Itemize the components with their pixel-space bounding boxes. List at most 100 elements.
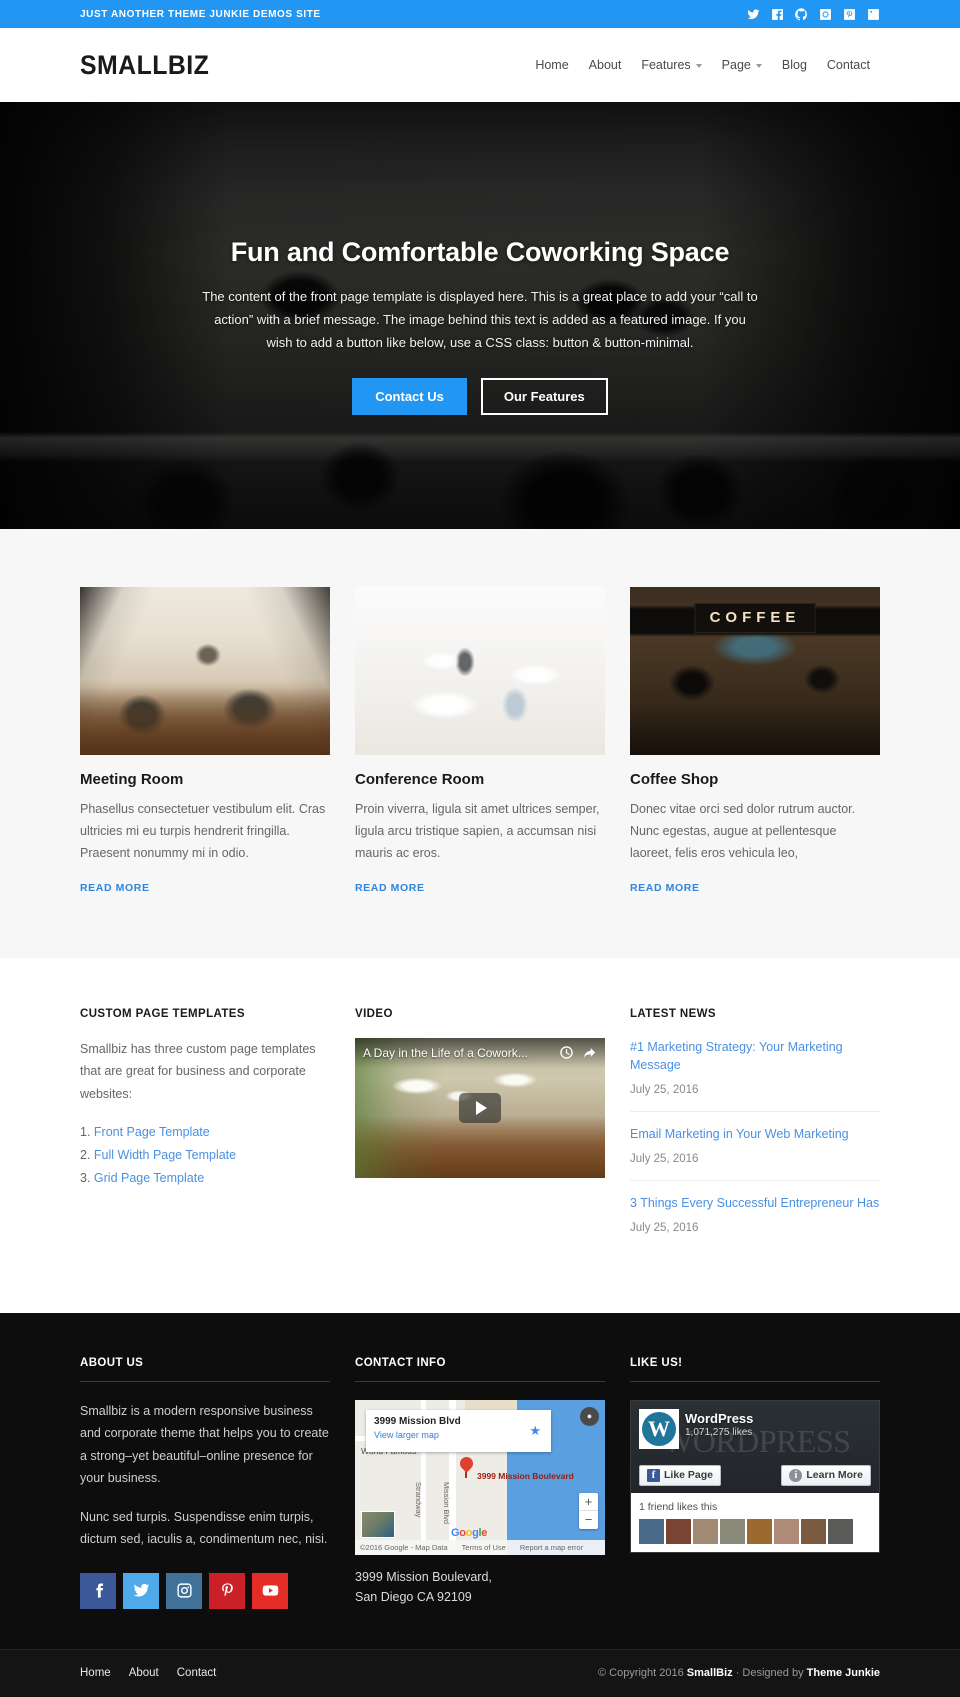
clock-icon[interactable] <box>559 1045 574 1060</box>
latest-news-column: Latest News #1 Marketing Strategy: Your … <box>630 1008 880 1249</box>
avatar[interactable] <box>747 1518 772 1544</box>
twitter-icon[interactable] <box>123 1572 159 1609</box>
map-info-card: 3999 Mission Blvd View larger map ★ <box>366 1409 551 1452</box>
site-footer: About Us Smallbiz is a modern responsive… <box>0 1312 960 1649</box>
about-paragraph-2: Nunc sed turpis. Suspendisse enim turpis… <box>80 1509 328 1547</box>
template-link[interactable]: Grid Page Template <box>94 1171 204 1185</box>
nav-item-home[interactable]: Home <box>525 58 578 72</box>
learn-more-label: Learn More <box>806 1469 863 1482</box>
avatar[interactable] <box>828 1518 853 1544</box>
map-satellite-thumbnail[interactable] <box>361 1510 395 1538</box>
feature-text: Phasellus consectetuer vestibulum elit. … <box>80 802 326 860</box>
features-section: Meeting Room Phasellus consectetuer vest… <box>0 529 960 958</box>
like-page-button[interactable]: f Like Page <box>639 1464 722 1486</box>
map-marker-label: 3999 Mission Boulevard <box>477 1470 574 1481</box>
nav-label: Home <box>535 58 569 72</box>
our-features-button[interactable]: Our Features <box>480 378 608 416</box>
linkedin-icon[interactable] <box>867 8 880 21</box>
fb-like-count: 1,071,275 likes <box>685 1426 753 1438</box>
pinterest-icon[interactable] <box>209 1572 245 1609</box>
fb-page-name[interactable]: WordPress <box>685 1411 753 1426</box>
news-date: July 25, 2016 <box>630 1084 699 1097</box>
avatar[interactable] <box>720 1518 745 1544</box>
avatar[interactable] <box>801 1518 826 1544</box>
twitter-icon[interactable] <box>747 8 760 21</box>
nav-label: About <box>588 58 622 72</box>
share-icon[interactable] <box>582 1045 597 1060</box>
template-link[interactable]: Front Page Template <box>94 1125 210 1139</box>
facebook-icon[interactable] <box>771 8 784 21</box>
hero-section: Fun and Comfortable Coworking Space The … <box>0 102 960 529</box>
contact-us-button[interactable]: Contact Us <box>352 378 467 416</box>
star-icon[interactable]: ★ <box>529 1423 541 1439</box>
conference-room-photo[interactable] <box>355 587 605 755</box>
nav-item-blog[interactable]: Blog <box>772 58 817 72</box>
play-icon[interactable] <box>459 1092 501 1123</box>
meeting-room-photo[interactable] <box>80 587 330 755</box>
map-credit-bar: ©2016 Google - Map Data Terms of Use Rep… <box>355 1539 605 1555</box>
footer-about-column: About Us Smallbiz is a modern responsive… <box>80 1357 330 1609</box>
instagram-icon[interactable] <box>166 1572 202 1609</box>
fb-friends-section: 1 friend likes this <box>631 1492 879 1552</box>
footer-heading: Contact Info <box>355 1357 605 1382</box>
feature-title: Coffee Shop <box>630 771 719 788</box>
nav-item-contact[interactable]: Contact <box>817 58 880 72</box>
coffee-shop-photo[interactable]: COFFEE <box>630 587 880 755</box>
copyright-designer[interactable]: Theme Junkie <box>807 1667 880 1679</box>
view-larger-map-link[interactable]: View larger map <box>374 1430 543 1440</box>
feature-text: Proin viverra, ligula sit amet ultrices … <box>355 802 600 860</box>
template-link[interactable]: Full Width Page Template <box>94 1148 236 1162</box>
avatar[interactable] <box>639 1518 664 1544</box>
nav-label: Blog <box>781 58 807 72</box>
nav-item-about[interactable]: About <box>579 58 632 72</box>
youtube-icon[interactable] <box>252 1572 288 1609</box>
map-street-label: Strandway <box>414 1481 423 1518</box>
news-date: July 25, 2016 <box>630 1221 699 1234</box>
video-player[interactable]: A Day in the Life of a Cowork... <box>355 1037 605 1178</box>
avatar[interactable] <box>693 1518 718 1544</box>
map-zoom-controls: + − <box>579 1492 598 1529</box>
read-more-link[interactable]: Read More <box>630 882 700 894</box>
avatar[interactable] <box>666 1518 691 1544</box>
footer-like-column: Like Us! WORDPRESS W WordPress 1,071,275… <box>630 1357 880 1609</box>
section-heading: Latest News <box>630 1007 716 1020</box>
contact-map[interactable]: World Famous Strandway Mission Blvd 3999… <box>355 1399 605 1555</box>
learn-more-button[interactable]: i Learn More <box>781 1464 871 1486</box>
zoom-out-button[interactable]: − <box>579 1511 598 1529</box>
zoom-in-button[interactable]: + <box>579 1493 598 1511</box>
feature-title: Conference Room <box>355 771 485 788</box>
footer-navigation: Home About Contact <box>80 1667 216 1679</box>
avatar[interactable] <box>774 1518 799 1544</box>
read-more-link[interactable]: Read More <box>355 882 425 894</box>
section-heading: Custom Page Templates <box>80 1007 245 1020</box>
chevron-down-icon <box>695 64 702 68</box>
video-topbar: A Day in the Life of a Cowork... <box>355 1037 605 1068</box>
news-title[interactable]: 3 Things Every Successful Entrepreneur H… <box>630 1194 880 1213</box>
github-icon[interactable] <box>795 7 808 21</box>
nav-item-features[interactable]: Features <box>631 58 711 72</box>
news-title[interactable]: #1 Marketing Strategy: Your Marketing Me… <box>630 1038 880 1076</box>
pinterest-icon[interactable] <box>843 8 856 21</box>
news-title[interactable]: Email Marketing in Your Web Marketing <box>630 1125 880 1144</box>
instagram-icon[interactable] <box>819 8 832 21</box>
list-item: Front Page Template <box>80 1121 330 1144</box>
news-item: #1 Marketing Strategy: Your Marketing Me… <box>630 1038 880 1112</box>
news-item: 3 Things Every Successful Entrepreneur H… <box>630 1179 880 1249</box>
facebook-icon[interactable] <box>80 1572 116 1609</box>
site-logo[interactable]: SmallBiz <box>80 50 209 81</box>
terms-of-use-link[interactable]: Terms of Use <box>462 1543 506 1552</box>
footer-contact-column: Contact Info World Famous Strandway Miss… <box>355 1357 605 1609</box>
feature-card: COFFEE Coffee Shop Donec vitae orci sed … <box>630 587 880 896</box>
nav-item-page[interactable]: Page <box>712 58 772 72</box>
read-more-link[interactable]: Read More <box>80 882 150 894</box>
footer-nav-contact[interactable]: Contact <box>177 1667 217 1679</box>
report-map-error-link[interactable]: Report a map error <box>520 1543 583 1552</box>
news-date: July 25, 2016 <box>630 1152 699 1165</box>
like-page-label: Like Page <box>664 1469 714 1482</box>
section-heading: Video <box>355 1007 393 1020</box>
footer-nav-home[interactable]: Home <box>80 1667 111 1679</box>
footer-nav-about[interactable]: About <box>129 1667 159 1679</box>
pegman-icon[interactable]: ● <box>580 1406 599 1426</box>
copyright-text: © Copyright 2016 SmallBiz · Designed by … <box>598 1667 880 1679</box>
fb-friend-avatars <box>639 1518 871 1544</box>
